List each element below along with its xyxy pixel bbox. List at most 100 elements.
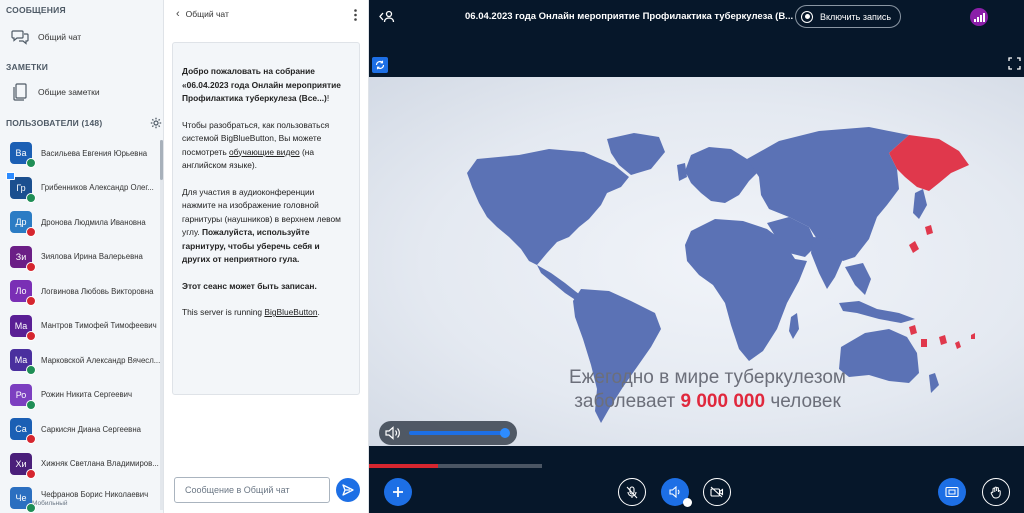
gear-icon[interactable] xyxy=(150,116,162,129)
presentation-icon xyxy=(945,486,959,498)
chat-bubbles-icon xyxy=(10,27,30,47)
avatar: Са xyxy=(10,418,36,445)
user-list-item[interactable]: Ва Васильева Евгения Юрьевна xyxy=(0,136,160,171)
user-list-item[interactable]: Ма Марковской Александр Вячесл... xyxy=(0,343,160,378)
played-bar xyxy=(369,464,438,468)
headset-advice: Пожалуйста, используйте гарнитуру, чтобы… xyxy=(182,227,320,264)
avatar: Ро xyxy=(10,383,36,410)
volume-slider-handle[interactable] xyxy=(500,428,510,438)
chat-title: Общий чат xyxy=(185,9,229,19)
user-info: Хижняк Светлана Владимиров... xyxy=(32,459,161,468)
avatar: Хи xyxy=(10,452,36,479)
camera-off-icon xyxy=(710,486,724,498)
avatar: Гр xyxy=(6,171,36,203)
plus-icon xyxy=(393,487,403,497)
user-status-icon xyxy=(26,468,36,479)
user-info: Чефранов Борис Николаевич Мобильный xyxy=(32,490,161,507)
user-name: Зиялова Ирина Валерьевна xyxy=(41,252,143,262)
start-recording-button[interactable]: Включить запись xyxy=(795,5,901,28)
send-icon xyxy=(342,484,354,496)
user-list-scrollbar[interactable] xyxy=(160,140,163,510)
volume-icon[interactable] xyxy=(385,426,401,440)
sidebar-item-label: Общие заметки xyxy=(38,87,100,97)
caption-text: заболевает xyxy=(574,391,681,412)
user-status-icon xyxy=(26,158,36,169)
avatar: Ва xyxy=(10,142,36,169)
server-info: This server is running xyxy=(182,307,265,317)
presentation-area: Ежегодно в мире туберкулезом заболевает … xyxy=(369,55,1024,470)
caption-number: 9 000 000 xyxy=(680,391,766,412)
speaker-icon xyxy=(668,486,680,498)
user-list-item[interactable]: Че Чефранов Борис Николаевич Мобильный xyxy=(0,481,160,513)
user-info: Мантров Тимофей Тимофеевич xyxy=(32,321,161,330)
audio-caret-icon[interactable] xyxy=(683,498,692,507)
user-name: Грибенников Александр Олег... xyxy=(41,183,154,193)
user-list-item[interactable]: Зи Зиялова Ирина Валерьевна xyxy=(0,240,160,275)
tutorial-video-link[interactable]: обучающие видео xyxy=(229,147,300,157)
microphone-button[interactable] xyxy=(618,478,646,506)
user-status-icon xyxy=(26,192,36,203)
users-toggle-icon[interactable] xyxy=(379,10,395,28)
send-button[interactable] xyxy=(336,478,360,502)
user-info: Саркисян Диана Сергеевна xyxy=(32,425,161,434)
user-status-icon xyxy=(26,365,36,376)
connection-status-icon[interactable] xyxy=(970,8,988,26)
user-info: Дронова Людмила Ивановна xyxy=(32,218,161,227)
user-list-item[interactable]: Гр Грибенников Александр Олег... xyxy=(0,171,160,206)
user-name: Саркисян Диана Сергеевна xyxy=(41,424,141,434)
user-info: Грибенников Александр Олег... xyxy=(32,183,161,192)
user-status-icon xyxy=(26,503,36,513)
user-info: Рожин Никита Сергеевич xyxy=(32,390,161,399)
slide-caption-line2: заболевает 9 000 000 человек xyxy=(369,391,1024,413)
record-icon xyxy=(801,10,813,23)
welcome-text: ! xyxy=(326,93,330,103)
user-device-label: Мобильный xyxy=(32,499,68,507)
record-label: Включить запись xyxy=(820,11,892,22)
user-status-icon xyxy=(26,330,36,341)
user-list-item[interactable]: Ма Мантров Тимофей Тимофеевич xyxy=(0,309,160,344)
sync-icon[interactable] xyxy=(372,57,388,73)
camera-button[interactable] xyxy=(703,478,731,506)
user-status-icon xyxy=(26,227,36,238)
user-name: Хижняк Светлана Владимиров... xyxy=(41,459,159,469)
bigbluebutton-link[interactable]: BigBlueButton xyxy=(264,307,317,317)
user-list-item[interactable]: Хи Хижняк Светлана Владимиров... xyxy=(0,447,160,482)
users-section-title: ПОЛЬЗОВАТЕЛИ (148) xyxy=(6,118,103,128)
audio-button[interactable] xyxy=(661,478,692,507)
raise-hand-button[interactable] xyxy=(982,478,1010,506)
user-name: Марковской Александр Вячесл... xyxy=(41,355,161,365)
volume-control[interactable] xyxy=(379,421,517,445)
user-name: Чефранов Борис Николаевич xyxy=(41,489,149,499)
user-list-item[interactable]: Ло Логвинова Любовь Викторовна xyxy=(0,274,160,309)
meeting-title: 06.04.2023 года Онлайн мероприятие Профи… xyxy=(465,11,794,22)
video-progress-bar[interactable] xyxy=(369,464,1024,468)
messages-section-title: СООБЩЕНИЯ xyxy=(6,5,66,15)
volume-slider[interactable] xyxy=(409,428,510,438)
avatar: Зи xyxy=(10,245,36,272)
top-bar: 06.04.2023 года Онлайн мероприятие Профи… xyxy=(369,0,1024,33)
caption-text: человек xyxy=(765,391,841,412)
notes-section-title: ЗАМЕТКИ xyxy=(6,62,49,72)
fullscreen-icon[interactable] xyxy=(1008,57,1021,70)
recording-notice: Этот сеанс может быть записан. xyxy=(182,280,317,291)
actions-plus-button[interactable] xyxy=(384,478,412,506)
chat-header: ‹ Общий чат xyxy=(164,0,369,28)
chat-message-input[interactable]: Сообщение в Общий чат xyxy=(174,477,330,503)
avatar: Ло xyxy=(10,280,36,307)
scrollbar-thumb[interactable] xyxy=(160,140,163,180)
user-status-icon xyxy=(26,399,36,410)
chevron-left-icon[interactable]: ‹ xyxy=(176,8,180,20)
avatar: Др xyxy=(10,211,36,238)
avatar: Ма xyxy=(10,314,36,341)
user-list-item[interactable]: Са Саркисян Диана Сергеевна xyxy=(0,412,160,447)
user-name: Мантров Тимофей Тимофеевич xyxy=(41,321,157,331)
user-list-item[interactable]: Ро Рожин Никита Сергеевич xyxy=(0,378,160,413)
sidebar-item-public-chat[interactable]: Общий чат xyxy=(0,26,163,48)
user-info: Зиялова Ирина Валерьевна xyxy=(32,252,161,261)
user-list-item[interactable]: Др Дронова Людмила Ивановна xyxy=(0,205,160,240)
more-options-icon[interactable] xyxy=(354,8,357,21)
server-info: . xyxy=(317,307,320,317)
sidebar-item-shared-notes[interactable]: Общие заметки xyxy=(0,81,163,103)
user-list: Ва Васильева Евгения Юрьевна Гр Грибенников… xyxy=(0,136,160,513)
presentation-toggle-button[interactable] xyxy=(938,478,966,506)
